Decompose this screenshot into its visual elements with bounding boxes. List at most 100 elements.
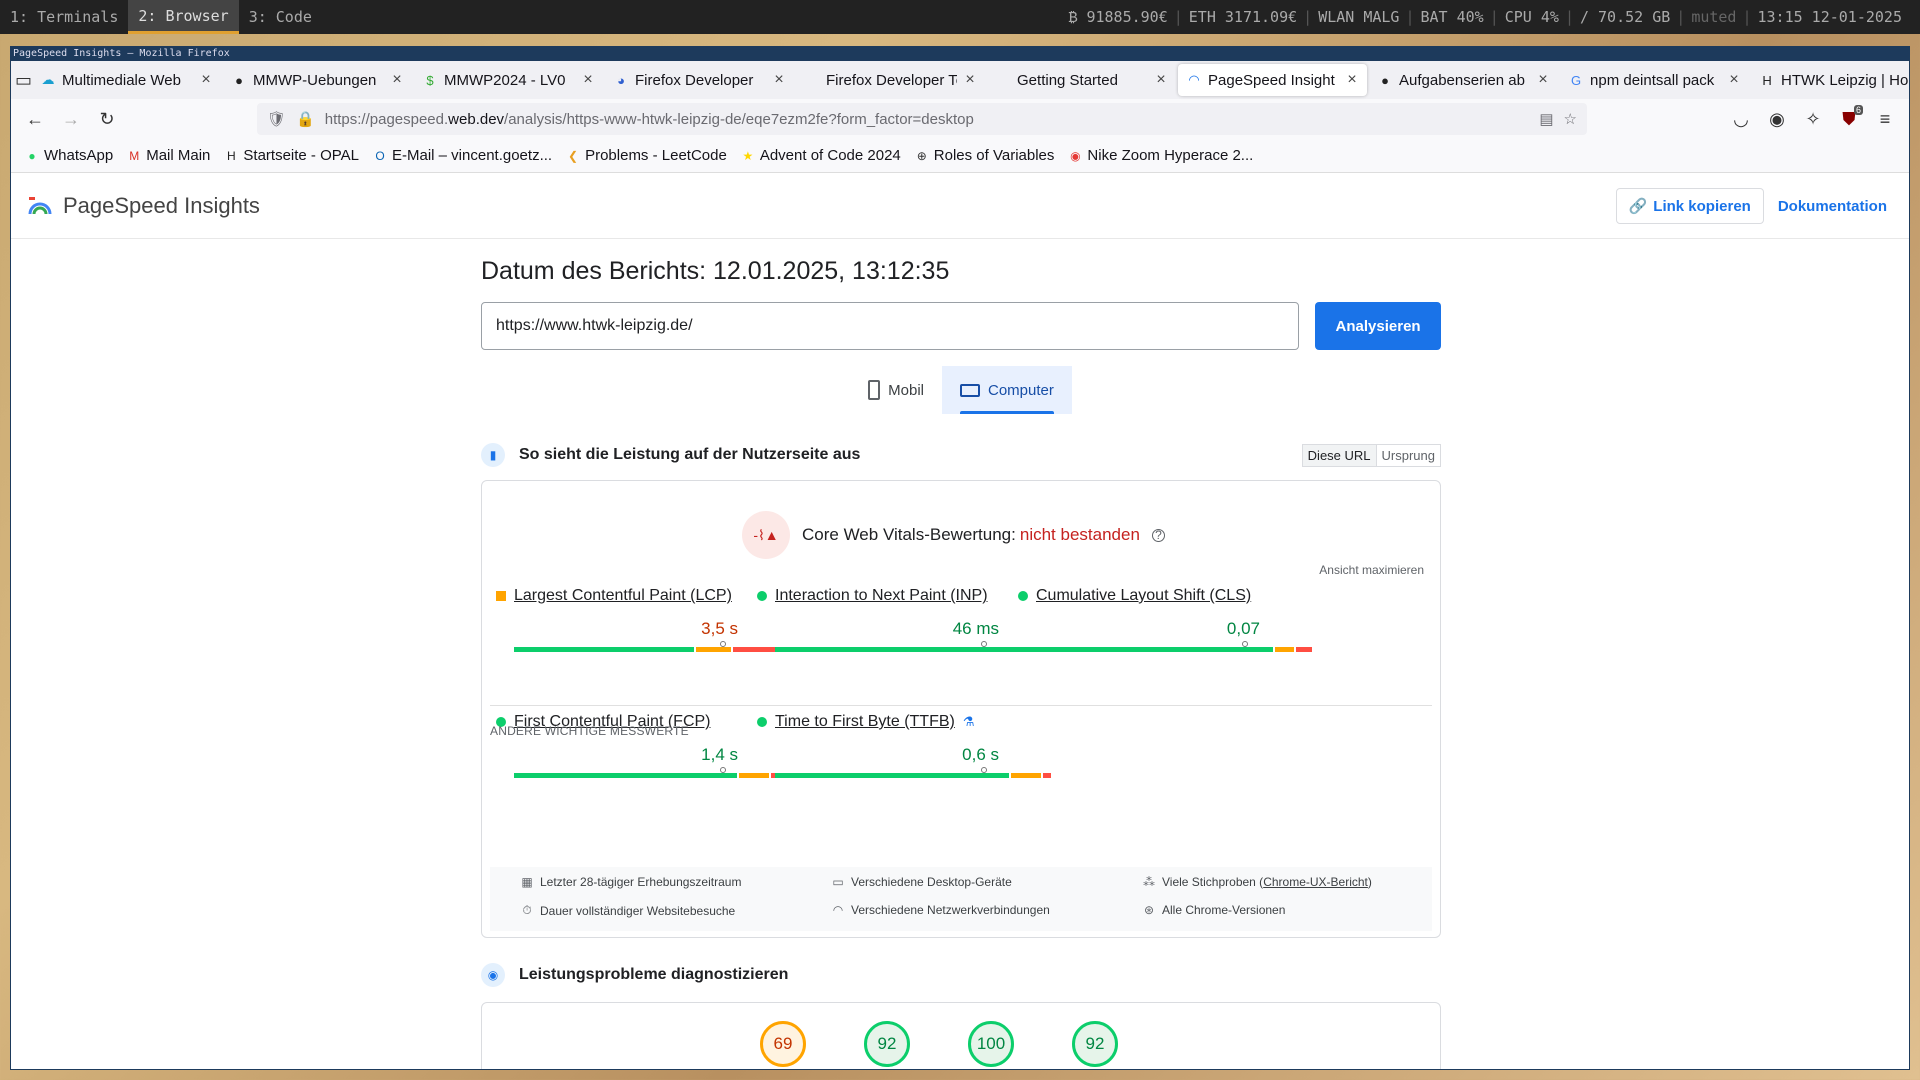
crux-report-link[interactable]: Chrome-UX-Bericht (1263, 875, 1368, 889)
navigation-toolbar: ← → ↻ 🛡 🔒 https://pagespeed.web.dev/anal… (11, 99, 1909, 139)
url-input[interactable] (481, 302, 1300, 350)
close-tab-icon[interactable]: × (1345, 71, 1359, 89)
bookmark-item[interactable]: ● WhatsApp (25, 147, 113, 164)
reader-view-icon[interactable]: ▤ (1539, 110, 1553, 128)
close-tab-icon[interactable]: × (581, 71, 595, 89)
firefox-view-icon[interactable]: ▭ (15, 64, 32, 96)
metric-label[interactable]: Largest Contentful Paint (LCP) (514, 587, 732, 605)
cpu-status: CPU 4% (1504, 8, 1559, 26)
documentation-link[interactable]: Dokumentation (1772, 198, 1893, 215)
tab-3[interactable]: ◕ Firefox Developer × (605, 64, 794, 96)
info-devices: ▭ Verschiedene Desktop-Geräte (832, 875, 1012, 889)
tab-desktop-label: Computer (988, 381, 1054, 399)
tab-label: npm deintsall pack (1590, 71, 1715, 89)
firefox-icon: ◕ (617, 72, 625, 88)
samples-icon: ⁂ (1143, 875, 1155, 889)
main-content: Datum des Berichts: 12.01.2025, 13:12:35… (481, 239, 1441, 1069)
bookmark-label: Problems - LeetCode (585, 147, 727, 164)
metric-label[interactable]: Time to First Byte (TTFB) (775, 713, 955, 731)
account-icon[interactable]: ◉ (1761, 103, 1793, 135)
workspace-code[interactable]: 3: Code (239, 0, 322, 34)
close-tab-icon[interactable]: × (1727, 71, 1741, 89)
tab-2[interactable]: $ MMWP2024 - LV0 × (414, 64, 603, 96)
tab-6[interactable]: ◠ PageSpeed Insight × (1178, 64, 1368, 96)
address-bar[interactable]: 🛡 🔒 https://pagespeed.web.dev/analysis/h… (257, 103, 1587, 135)
ublock-icon[interactable]: ⛊ 6 (1833, 103, 1865, 135)
system-indicators: ₿ 91885.90€ | ETH 3171.09€ | WLAN MALG | BA… (1062, 8, 1920, 27)
report-date: Datum des Berichts: 12.01.2025, 13:12:35 (481, 257, 950, 285)
copy-link-button[interactable]: 🔗 Link kopieren (1615, 188, 1764, 224)
category-score[interactable]: 92 (864, 1021, 910, 1067)
category-score[interactable]: 69 (760, 1021, 806, 1067)
close-tab-icon[interactable]: × (199, 71, 213, 89)
core-web-vitals-card: -⌇▲ Core Web Vitals-Bewertung: nicht bes… (481, 480, 1441, 938)
metric-label[interactable]: Interaction to Next Paint (INP) (775, 587, 988, 605)
workspace-terminals[interactable]: 1: Terminals (0, 0, 128, 34)
tab-9[interactable]: HHTWK Leipzig | Ho× (1751, 64, 1920, 96)
category-score[interactable]: 100 (968, 1021, 1014, 1067)
expand-view-link[interactable]: Ansicht maximieren (1319, 563, 1424, 577)
analyze-button[interactable]: Analysieren (1315, 302, 1441, 350)
good-share-segment (775, 647, 1039, 652)
tab-8[interactable]: Gnpm deintsall pack × (1560, 64, 1749, 96)
devices-icon: ▭ (832, 875, 844, 889)
good-share-segment (514, 773, 738, 778)
bookmark-label: Roles of Variables (933, 147, 1055, 164)
bookmark-item[interactable]: H Startseite - OPAL (224, 147, 359, 164)
brand-name: PageSpeed Insights (63, 193, 260, 218)
bookmark-item[interactable]: O E-Mail – vincent.goetz... (373, 147, 552, 164)
toggle-this-url[interactable]: Diese URL (1302, 444, 1377, 466)
close-tab-icon[interactable]: × (1536, 71, 1550, 89)
close-tab-icon[interactable]: × (963, 71, 977, 89)
tab-7[interactable]: ● Aufgabenserien ab × (1369, 64, 1558, 96)
bookmark-item[interactable]: ★ Advent of Code 2024 (741, 147, 900, 164)
reload-icon[interactable]: ↻ (91, 103, 123, 135)
toggle-origin[interactable]: Ursprung (1377, 445, 1440, 466)
leetcode-icon: ❮ (568, 148, 579, 163)
p75-marker (980, 767, 987, 773)
eth-price: ETH 3171.09€ (1188, 8, 1298, 26)
tracking-shield-icon[interactable]: 🛡 (267, 110, 286, 128)
extensions-icon[interactable]: ✧ (1797, 103, 1829, 135)
metric-3: First Contentful Paint (FCP) 1,4 s (496, 713, 790, 778)
bookmark-item[interactable]: ❮ Problems - LeetCode (566, 147, 727, 164)
bookmark-item[interactable]: ⊕ Roles of Variables (915, 147, 1055, 164)
bookmark-label: Startseite - OPAL (243, 147, 359, 164)
tab-4[interactable]: Firefox Developer Too × (796, 64, 985, 96)
tab-0[interactable]: ☁ Multimediale Web × (32, 64, 221, 96)
pagespeed-icon: ◠ (1188, 72, 1200, 87)
url-form: Analysieren (481, 302, 1441, 350)
help-icon[interactable]: ? (1151, 528, 1165, 542)
workspace-browser[interactable]: 2: Browser (128, 0, 239, 34)
bookmark-star-icon[interactable]: ☆ (1564, 110, 1577, 128)
field-data-icon: ▮ (481, 443, 505, 467)
tab-1[interactable]: ● MMWP-Uebungen × (223, 64, 412, 96)
divider (490, 705, 1432, 706)
status-average-square-icon (496, 591, 506, 601)
metric-1: Interaction to Next Paint (INP) 46 ms (757, 587, 1051, 652)
tab-label: MMWP2024 - LV0 (444, 71, 566, 89)
battery-status: BAT 40% (1420, 8, 1484, 26)
close-tab-icon[interactable]: × (1154, 71, 1168, 89)
bookmark-item[interactable]: M Mail Main (127, 147, 210, 164)
status-good-dot-icon (757, 591, 767, 601)
experimental-flask-icon: ⚗ (962, 714, 975, 729)
lock-icon[interactable]: 🔒 (296, 110, 315, 128)
close-tab-icon[interactable]: × (390, 71, 404, 89)
psi-logo[interactable]: PageSpeed Insights (27, 193, 260, 219)
metric-label[interactable]: Cumulative Layout Shift (CLS) (1036, 587, 1251, 605)
tab-desktop[interactable]: Computer (942, 366, 1072, 414)
distribution-bar (775, 641, 1053, 652)
tab-mobile[interactable]: Mobil (850, 366, 942, 414)
menu-icon[interactable]: ≡ (1869, 103, 1901, 135)
tab-5[interactable]: Getting Started × (987, 64, 1176, 96)
disk-status: / 70.52 GB (1579, 8, 1671, 26)
close-tab-icon[interactable]: × (772, 71, 786, 89)
category-score[interactable]: 92 (1072, 1021, 1118, 1067)
pocket-icon[interactable]: ◡ (1725, 103, 1757, 135)
back-arrow-icon[interactable]: ← (19, 103, 51, 135)
bookmark-item[interactable]: ◉ Nike Zoom Hyperace 2... (1068, 147, 1253, 164)
url-text[interactable]: https://pagespeed.web.dev/analysis/https… (325, 111, 1530, 128)
forward-arrow-icon[interactable]: → (55, 103, 87, 135)
distribution-bar (514, 767, 792, 778)
